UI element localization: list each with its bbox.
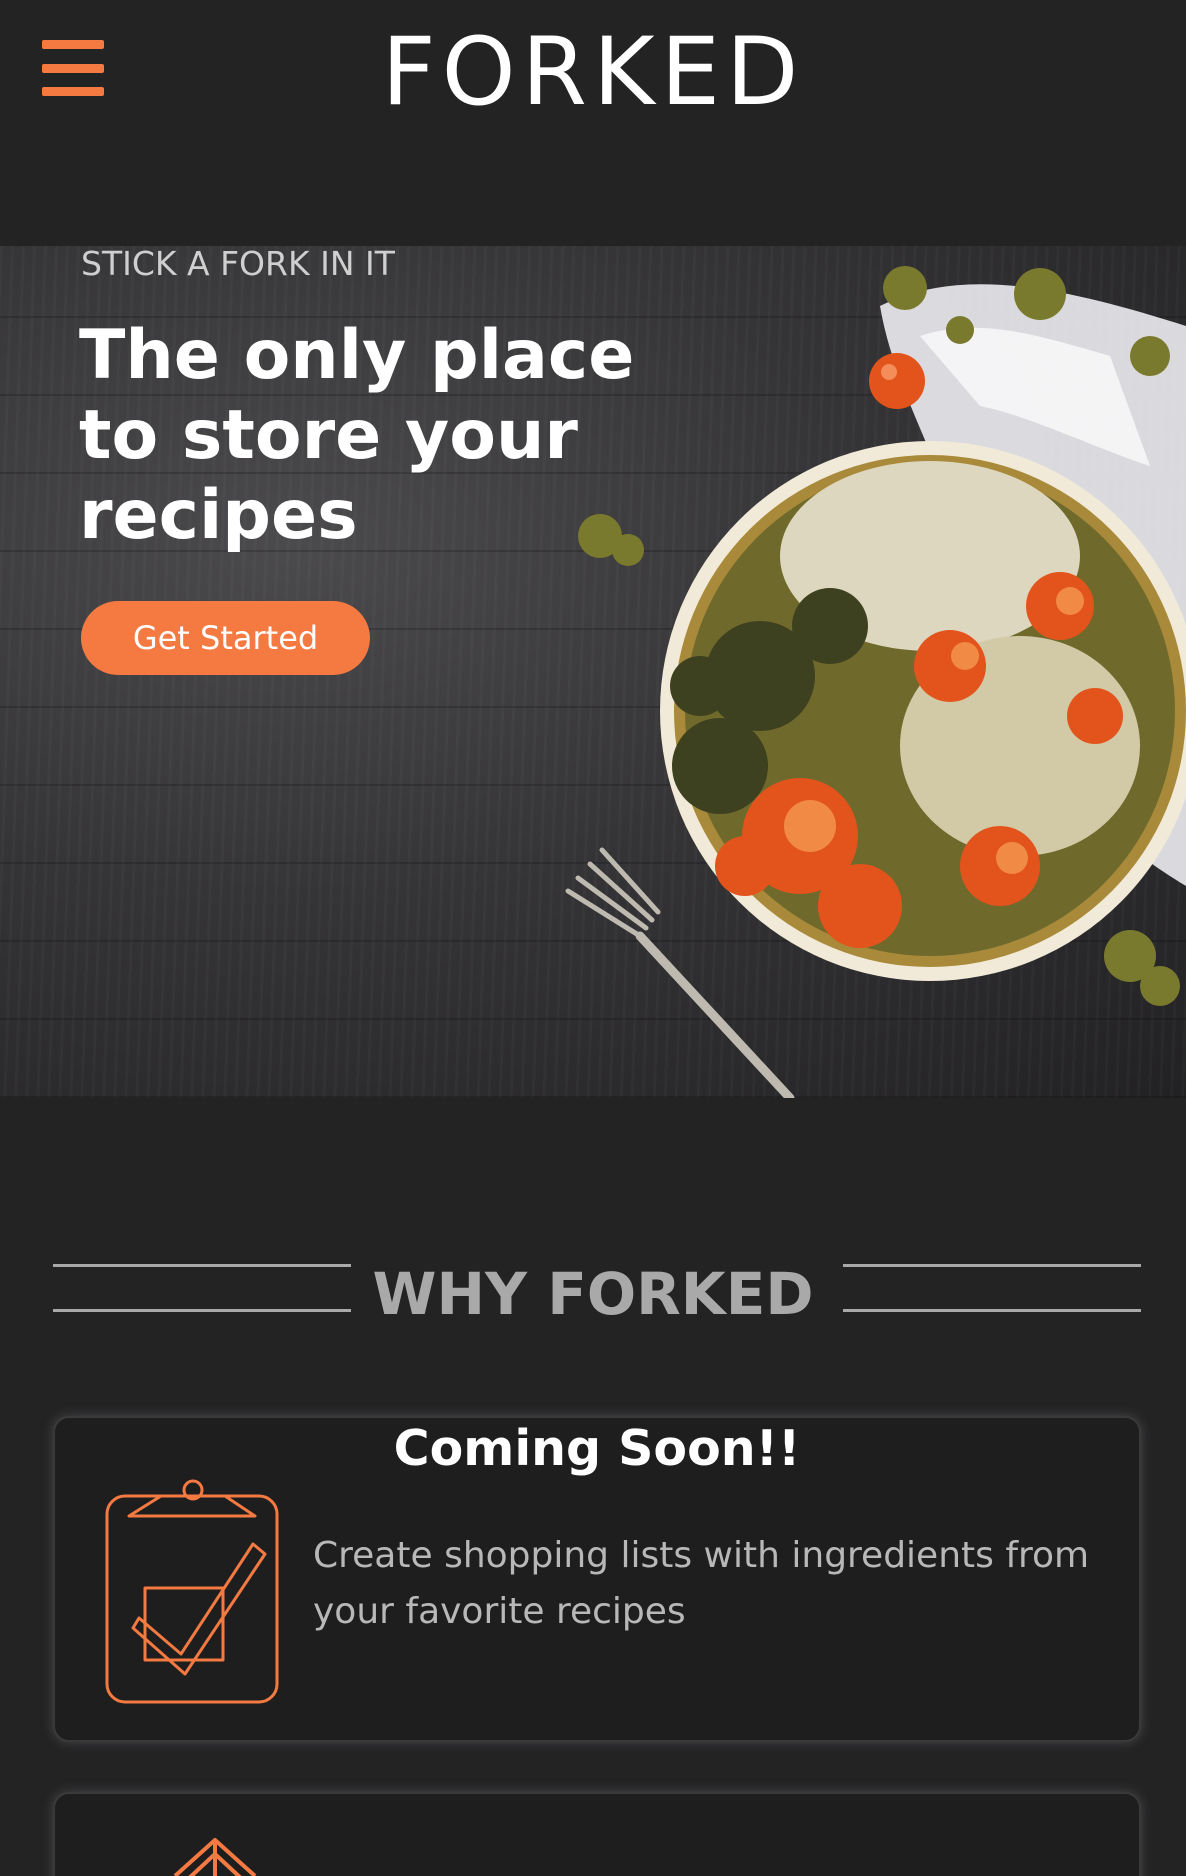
hero-title-line-2: to store your — [79, 396, 578, 475]
hero-section: STICK A FORK IN IT The only place to sto… — [0, 246, 1186, 1098]
feature-card-upload — [53, 1792, 1141, 1876]
feature-description: Create shopping lists with ingredients f… — [313, 1535, 1090, 1632]
site-header: FORKED — [0, 0, 1186, 220]
hero-title: The only place to store your recipes — [79, 316, 679, 556]
hero-kicker: STICK A FORK IN IT — [81, 246, 395, 283]
clipboard-check-icon — [103, 1478, 283, 1712]
hero-title-line-3: recipes — [79, 476, 358, 555]
hero-title-line-1: The only place — [79, 316, 635, 395]
brand-logo[interactable]: FORKED — [0, 18, 1186, 127]
upload-arrow-icon — [173, 1836, 257, 1876]
feature-card-shopping-list: Coming Soon!! Create shopping lists with… — [53, 1416, 1141, 1742]
get-started-button[interactable]: Get Started — [81, 601, 370, 675]
why-section-header: WHY FORKED — [0, 1255, 1186, 1335]
feature-heading: Coming Soon!! — [393, 1420, 801, 1477]
section-title: WHY FORKED — [372, 1260, 814, 1328]
